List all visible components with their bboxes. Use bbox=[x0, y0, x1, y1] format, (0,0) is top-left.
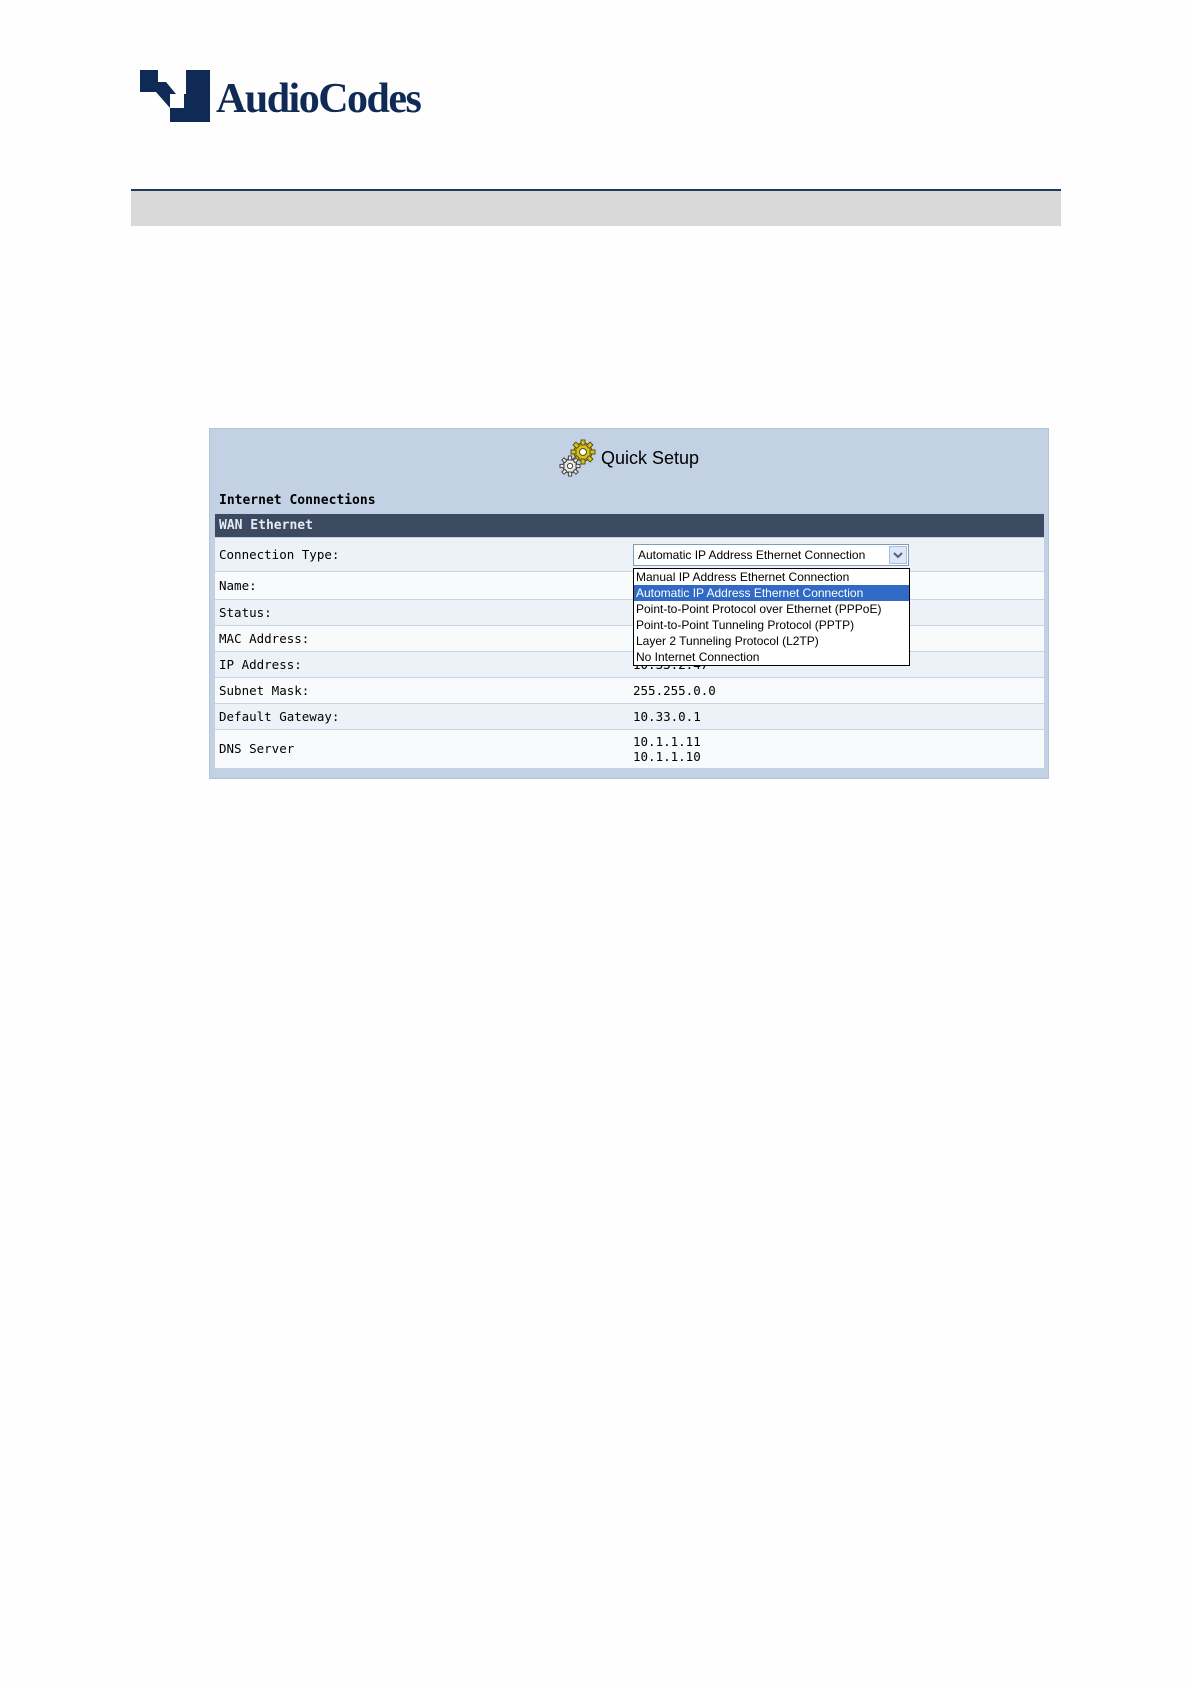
row-label: DNS Server bbox=[219, 741, 295, 756]
row-name: Name: bbox=[215, 572, 1044, 600]
row-label: Name: bbox=[219, 578, 257, 593]
row-mac-address: MAC Address: bbox=[215, 626, 1044, 652]
connection-type-selected-value: Automatic IP Address Ethernet Connection bbox=[638, 548, 866, 562]
dropdown-option-pptp[interactable]: Point-to-Point Tunneling Protocol (PPTP) bbox=[634, 617, 909, 633]
brand-name: AudioCodes bbox=[216, 76, 422, 122]
row-value: 10.33.0.1 bbox=[633, 709, 701, 724]
row-connection-type: Connection Type: bbox=[215, 538, 1044, 572]
row-label: MAC Address: bbox=[219, 631, 310, 646]
chevron-down-icon[interactable] bbox=[889, 546, 907, 564]
dns-primary: 10.1.1.11 bbox=[633, 734, 701, 749]
quick-setup-panel: Quick Setup Internet Connections WAN Eth… bbox=[209, 428, 1049, 779]
row-label: Connection Type: bbox=[219, 547, 340, 562]
row-dns-server: DNS Server 10.1.1.11 10.1.1.10 bbox=[215, 730, 1044, 769]
section-label: Internet Connections bbox=[219, 493, 376, 508]
dropdown-option-manual-ip[interactable]: Manual IP Address Ethernet Connection bbox=[634, 569, 909, 585]
connection-type-select[interactable]: Automatic IP Address Ethernet Connection bbox=[633, 544, 909, 566]
dropdown-option-pppoe[interactable]: Point-to-Point Protocol over Ethernet (P… bbox=[634, 601, 909, 617]
dropdown-option-no-connection[interactable]: No Internet Connection bbox=[634, 649, 909, 665]
group-header: WAN Ethernet bbox=[215, 514, 1044, 537]
dns-secondary: 10.1.1.10 bbox=[633, 749, 701, 764]
connection-type-dropdown: Manual IP Address Ethernet Connection Au… bbox=[633, 568, 910, 666]
row-label: Default Gateway: bbox=[219, 709, 340, 724]
row-value: 10.1.1.11 10.1.1.10 bbox=[633, 734, 701, 764]
dropdown-option-automatic-ip[interactable]: Automatic IP Address Ethernet Connection bbox=[634, 585, 909, 601]
panel-title: Quick Setup bbox=[210, 437, 1048, 479]
dropdown-option-l2tp[interactable]: Layer 2 Tunneling Protocol (L2TP) bbox=[634, 633, 909, 649]
panel-title-text: Quick Setup bbox=[600, 447, 700, 468]
header-band bbox=[131, 191, 1061, 226]
row-ip-address: IP Address: 10.33.2.47 bbox=[215, 652, 1044, 678]
row-default-gateway: Default Gateway: 10.33.0.1 bbox=[215, 704, 1044, 730]
row-label: Status: bbox=[219, 605, 272, 620]
row-label: IP Address: bbox=[219, 657, 302, 672]
row-status: Status: bbox=[215, 600, 1044, 626]
row-label: Subnet Mask: bbox=[219, 683, 310, 698]
row-subnet-mask: Subnet Mask: 255.255.0.0 bbox=[215, 678, 1044, 704]
row-value: 255.255.0.0 bbox=[633, 683, 716, 698]
audiocodes-logo: AudioCodes bbox=[140, 70, 422, 122]
gear-icon bbox=[559, 439, 596, 477]
settings-table: Connection Type: Name: Status: MAC Addre… bbox=[215, 538, 1044, 769]
logo-mark-icon bbox=[140, 70, 210, 122]
